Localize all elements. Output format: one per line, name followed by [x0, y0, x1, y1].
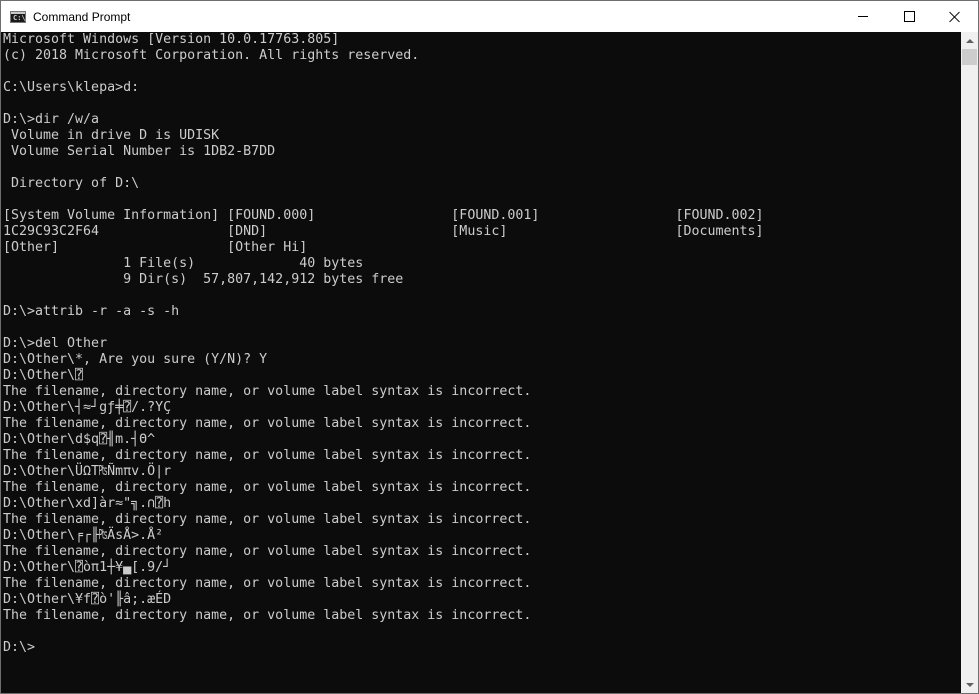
console-line: D:\Other\ÜΩT₧Ñmπv.Ö|r [3, 464, 172, 479]
console-line: D:\>dir /w/a [3, 112, 100, 127]
app-icon-label: C:\ [13, 13, 26, 22]
scroll-up-arrow-icon [965, 38, 974, 43]
console-line: 1C29C93C2F64 [DND] [Music] [Documents] [3, 224, 764, 239]
console-line: D:\Other\xd]àr≈"╗.∩⍰h [3, 496, 172, 511]
console-line: The filename, directory name, or volume … [3, 416, 532, 431]
console-line: [System Volume Information] [FOUND.000] … [3, 208, 764, 223]
console-line: The filename, directory name, or volume … [3, 576, 532, 591]
console-line: 1 File(s) 40 bytes [3, 256, 364, 271]
console-line: The filename, directory name, or volume … [3, 544, 532, 559]
window-title: Command Prompt [33, 9, 131, 24]
vertical-scrollbar[interactable] [961, 32, 978, 693]
console-line: D:\Other\╒┌╟₧ÄsÅ>.Å² [3, 528, 164, 543]
console-line: The filename, directory name, or volume … [3, 448, 532, 463]
console-line: (c) 2018 Microsoft Corporation. All righ… [3, 48, 420, 63]
console-line: The filename, directory name, or volume … [3, 512, 532, 527]
console-line: 9 Dir(s) 57,807,142,912 bytes free [3, 272, 404, 287]
console-line: D:\Other\⍰òπ1┼¥▄[.9/┘ [3, 560, 172, 575]
scroll-thumb[interactable] [962, 49, 977, 65]
console-line: D:\Other\⍰ [3, 368, 84, 383]
console-line: Microsoft Windows [Version 10.0.17763.80… [3, 32, 340, 47]
console-app-icon[interactable]: C:\ [10, 10, 26, 23]
console-output[interactable]: Microsoft Windows [Version 10.0.17763.80… [1, 32, 961, 656]
maximize-icon [903, 11, 915, 22]
console-line: [Other] [Other Hi] [3, 240, 308, 255]
scroll-up-button[interactable] [961, 32, 978, 49]
command-prompt-window: C:\ Command Prompt Microsoft Windows [Ve… [0, 0, 979, 694]
close-button[interactable] [932, 1, 978, 32]
minimize-icon [858, 16, 868, 17]
minimize-button[interactable] [840, 1, 886, 32]
console-line: Volume Serial Number is 1DB2-B7DD [3, 144, 276, 159]
title-bar[interactable]: C:\ Command Prompt [1, 1, 978, 32]
console-line: D:\>del Other [3, 336, 108, 351]
console-line: The filename, directory name, or volume … [3, 480, 532, 495]
console-line: Volume in drive D is UDISK [3, 128, 220, 143]
console-line: Directory of D:\ [3, 176, 140, 191]
console-line: D:\Other\┤≈┘gƒ╪⍰/.?YÇ [3, 400, 172, 415]
maximize-button[interactable] [886, 1, 932, 32]
close-icon [949, 11, 961, 23]
console-line: D:\Other\*, Are you sure (Y/N)? Y [3, 352, 268, 367]
console-line: C:\Users\klepa>d: [3, 80, 140, 95]
scroll-down-button[interactable] [961, 676, 978, 693]
scroll-down-arrow-icon [965, 682, 974, 687]
console-line: The filename, directory name, or volume … [3, 608, 532, 623]
console-line: D:\> [3, 640, 36, 655]
console-line: D:\>attrib -r -a -s -h [3, 304, 180, 319]
console-line: D:\Other\¥f⍰ò'╟â;.æÉD [3, 592, 172, 607]
console-line: D:\Other\d$q⍰╢m.┤Θ^ [3, 432, 156, 447]
console-area[interactable]: Microsoft Windows [Version 10.0.17763.80… [1, 32, 961, 693]
console-line: The filename, directory name, or volume … [3, 384, 532, 399]
